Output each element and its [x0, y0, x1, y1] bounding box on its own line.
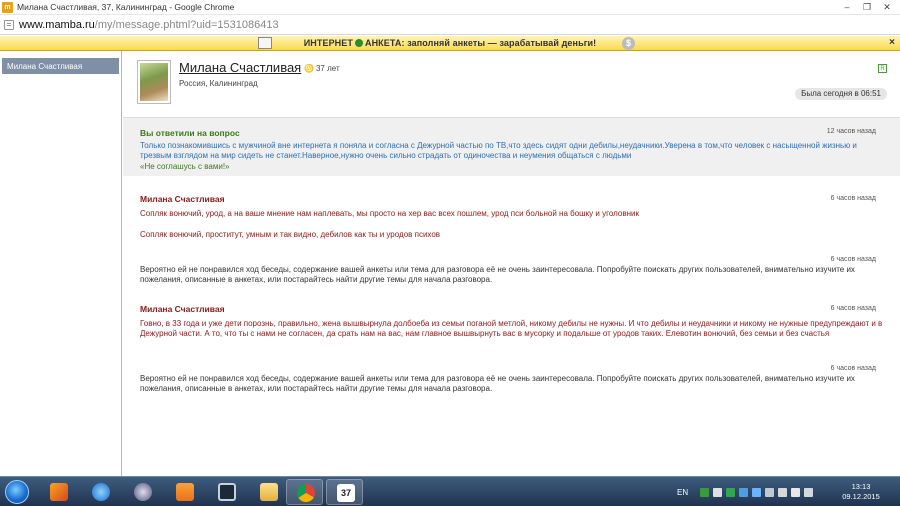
url-text[interactable]: www.mamba.ru/my/message.phtml?uid=153108…	[19, 19, 279, 31]
explorer-icon[interactable]	[250, 479, 287, 505]
tray-app-icon[interactable]	[739, 487, 749, 497]
message-text: Говно, в 33 года и уже дети порознь, пра…	[140, 319, 883, 338]
chrome-icon[interactable]	[286, 479, 323, 505]
sidebar-item-contact[interactable]: Милана Счастливая	[2, 58, 119, 74]
banner-text-after: АНКЕТА: заполняй анкеты — зарабатывай де…	[364, 38, 597, 48]
clock[interactable]: 13:13 09.12.2015	[836, 482, 886, 502]
mamba-app-icon: m	[2, 1, 13, 13]
answered-question-block: Вы ответили на вопрос 12 часов назад Тол…	[123, 118, 900, 176]
system-notice: 6 часов назад Вероятно ей не понравился …	[140, 365, 885, 394]
network-icon[interactable]	[778, 487, 788, 497]
question-text: Только познакомившись с мужчиной вне инт…	[140, 141, 857, 160]
ie-icon[interactable]	[82, 479, 119, 505]
tray-app-icon[interactable]	[752, 487, 762, 497]
answer-text: «Не соглашусь с вами!»	[140, 162, 230, 171]
avatar-photo	[140, 63, 168, 101]
promo-banner[interactable]: ИНТЕРНЕТ АНКЕТА: заполняй анкеты — зараба…	[0, 36, 900, 51]
calendar-day: 37	[337, 484, 355, 502]
message-author[interactable]: Милана Счастливая	[140, 304, 885, 314]
zodiac-icon: ♋	[304, 64, 314, 73]
profile-location: Россия, Калининград	[179, 79, 258, 88]
message-author[interactable]: Милана Счастливая	[140, 194, 885, 204]
profile-name-link[interactable]: Милана Счастливая	[179, 60, 301, 75]
system-notice: 6 часов назад Вероятно ей не понравился …	[140, 256, 885, 285]
clock-date: 09.12.2015	[842, 492, 880, 501]
page-icon	[4, 19, 14, 30]
message-time: 6 часов назад	[830, 195, 876, 202]
system-tray: EN	[677, 477, 817, 506]
dollar-icon: $	[622, 37, 635, 50]
message-time: 6 часов назад	[830, 256, 876, 263]
power-icon[interactable]	[804, 487, 814, 497]
sidebar: Милана Счастливая	[0, 51, 122, 476]
player-icon[interactable]	[166, 479, 203, 505]
clock-time: 13:13	[851, 482, 871, 491]
url-host: www.mamba.ru	[19, 18, 95, 31]
conversation-panel: Милана Счастливая ♋ 37 лет Россия, Калини…	[123, 51, 900, 476]
minimize-icon[interactable]: –	[840, 2, 854, 13]
banner-screenshot-icon	[258, 37, 272, 49]
window-title-bar: m Милана Счастливая, 37, Калининград - G…	[0, 0, 900, 15]
banner-dot-icon	[354, 39, 363, 47]
message-item: Милана Счастливая 6 часов назад Говно, в…	[140, 304, 885, 339]
message-text: Сопляк вонючий, урод, а на ваше мнение н…	[140, 209, 639, 218]
start-button[interactable]	[5, 480, 29, 504]
firefox-icon[interactable]	[40, 479, 77, 505]
message-item: Милана Счастливая 6 часов назад Сопляк в…	[140, 194, 885, 240]
url-path: /my/message.phtml?uid=1531086413	[94, 18, 279, 31]
profile-age: ♋ 37 лет	[304, 64, 340, 73]
banner-text[interactable]: ИНТЕРНЕТ АНКЕТА: заполняй анкеты — зараба…	[304, 38, 597, 48]
message-text: Сопляк вонючий, проститут, умным и так в…	[140, 230, 441, 239]
tray-app-icon[interactable]	[713, 487, 723, 497]
banner-text-before: ИНТЕРНЕТ	[303, 38, 353, 48]
profile-header: Милана Счастливая ♋ 37 лет Россия, Калини…	[137, 60, 887, 115]
avatar[interactable]	[137, 60, 171, 104]
banner-close-button[interactable]: ×	[889, 37, 895, 48]
last-seen-badge: Была сегодня в 06:51	[795, 88, 887, 100]
media-icon[interactable]	[124, 479, 161, 505]
address-bar[interactable]: www.mamba.ru/my/message.phtml?uid=153108…	[0, 15, 900, 35]
calendar-icon[interactable]: 37	[326, 479, 363, 505]
language-indicator[interactable]: EN	[677, 488, 688, 497]
profile-age-text: 37 лет	[315, 64, 340, 73]
maximize-icon[interactable]: ❐	[860, 2, 874, 13]
message-time: 6 часов назад	[830, 305, 876, 312]
notice-text: Вероятно ей не понравился ход беседы, со…	[140, 374, 855, 393]
tray-app-icon[interactable]	[700, 487, 710, 497]
volume-icon[interactable]	[791, 487, 801, 497]
message-time: 12 часов назад	[826, 128, 876, 135]
close-icon[interactable]: ✕	[880, 2, 894, 13]
message-time: 6 часов назад	[830, 365, 876, 372]
answered-label: Вы ответили на вопрос	[140, 128, 240, 138]
tray-app-icon[interactable]	[765, 487, 775, 497]
taskbar: 37 EN 13:13 09.12.2015	[0, 476, 900, 506]
notice-text: Вероятно ей не понравился ход беседы, со…	[140, 265, 855, 284]
window-title: Милана Счастливая, 37, Калининград - Goo…	[17, 2, 235, 12]
tray-app-icon[interactable]	[726, 487, 736, 497]
window-controls: – ❐ ✕	[840, 2, 894, 13]
rating-badge[interactable]: R	[878, 64, 887, 73]
terminal-icon[interactable]	[208, 479, 245, 505]
